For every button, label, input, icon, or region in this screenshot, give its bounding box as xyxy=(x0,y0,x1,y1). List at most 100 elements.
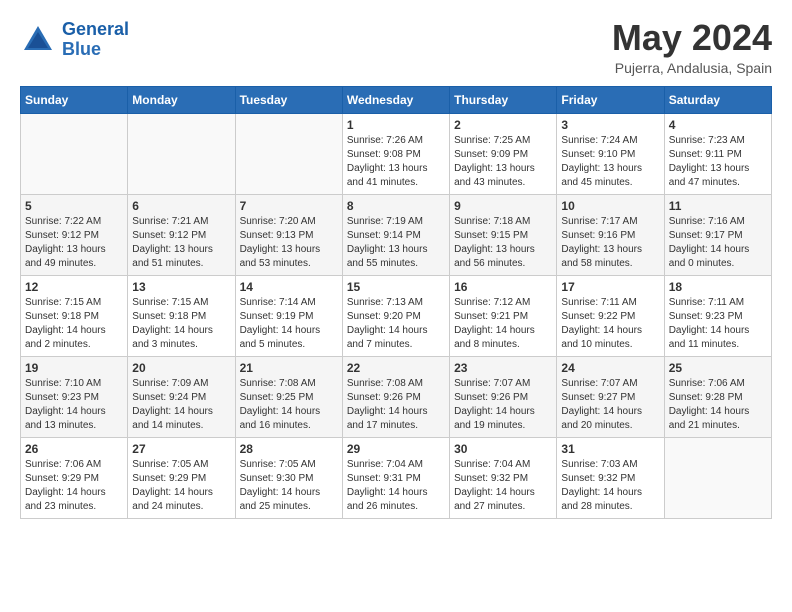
day-info: Sunrise: 7:25 AM Sunset: 9:09 PM Dayligh… xyxy=(454,134,552,190)
calendar-cell: 12 Sunrise: 7:15 AM Sunset: 9:18 PM Dayli… xyxy=(21,276,128,357)
calendar-cell: 2 Sunrise: 7:25 AM Sunset: 9:09 PM Daylig… xyxy=(450,114,557,195)
day-number: 26 xyxy=(25,442,123,456)
day-info: Sunrise: 7:11 AM Sunset: 9:23 PM Dayligh… xyxy=(669,296,767,352)
day-number: 13 xyxy=(132,280,230,294)
calendar-cell: 8 Sunrise: 7:19 AM Sunset: 9:14 PM Daylig… xyxy=(342,195,449,276)
header-cell-sunday: Sunday xyxy=(21,87,128,114)
calendar-cell: 17 Sunrise: 7:11 AM Sunset: 9:22 PM Dayli… xyxy=(557,276,664,357)
header-row: SundayMondayTuesdayWednesdayThursdayFrid… xyxy=(21,87,772,114)
day-number: 14 xyxy=(240,280,338,294)
day-info: Sunrise: 7:26 AM Sunset: 9:08 PM Dayligh… xyxy=(347,134,445,190)
calendar-cell: 19Sunrise: 7:10 AM Sunset: 9:23 PM Dayli… xyxy=(21,357,128,438)
day-number: 23 xyxy=(454,361,552,375)
day-number: 9 xyxy=(454,199,552,213)
day-info: Sunrise: 7:11 AM Sunset: 9:22 PM Dayligh… xyxy=(561,296,659,352)
calendar-cell: 15 Sunrise: 7:13 AM Sunset: 9:20 PM Dayli… xyxy=(342,276,449,357)
day-number: 27 xyxy=(132,442,230,456)
day-number: 11 xyxy=(669,199,767,213)
calendar-cell: 30 Sunrise: 7:04 AM Sunset: 9:32 PM Dayli… xyxy=(450,438,557,519)
day-info: Sunrise: 7:16 AM Sunset: 9:17 PM Dayligh… xyxy=(669,215,767,271)
calendar-cell: 23 Sunrise: 7:07 AM Sunset: 9:26 PM Dayli… xyxy=(450,357,557,438)
calendar-header: SundayMondayTuesdayWednesdayThursdayFrid… xyxy=(21,87,772,114)
day-info: Sunrise: 7:08 AM Sunset: 9:25 PM Dayligh… xyxy=(240,377,338,433)
calendar-week-5: 26 Sunrise: 7:06 AM Sunset: 9:29 PM Dayli… xyxy=(21,438,772,519)
day-number: 7 xyxy=(240,199,338,213)
day-number: 2 xyxy=(454,118,552,132)
day-info: Sunrise: 7:24 AM Sunset: 9:10 PM Dayligh… xyxy=(561,134,659,190)
calendar-cell: 4 Sunrise: 7:23 AM Sunset: 9:11 PM Daylig… xyxy=(664,114,771,195)
calendar-cell: 31 Sunrise: 7:03 AM Sunset: 9:32 PM Dayli… xyxy=(557,438,664,519)
header-cell-thursday: Thursday xyxy=(450,87,557,114)
day-number: 5 xyxy=(25,199,123,213)
day-info: Sunrise: 7:05 AM Sunset: 9:30 PM Dayligh… xyxy=(240,458,338,514)
calendar-cell xyxy=(664,438,771,519)
calendar-cell: 13 Sunrise: 7:15 AM Sunset: 9:18 PM Dayli… xyxy=(128,276,235,357)
day-info: Sunrise: 7:10 AM Sunset: 9:23 PM Dayligh… xyxy=(25,377,123,433)
calendar-cell: 10Sunrise: 7:17 AM Sunset: 9:16 PM Dayli… xyxy=(557,195,664,276)
calendar-cell: 29Sunrise: 7:04 AM Sunset: 9:31 PM Dayli… xyxy=(342,438,449,519)
header-cell-tuesday: Tuesday xyxy=(235,87,342,114)
month-title: May 2024 xyxy=(612,20,772,56)
header-cell-saturday: Saturday xyxy=(664,87,771,114)
calendar-cell: 16 Sunrise: 7:12 AM Sunset: 9:21 PM Dayli… xyxy=(450,276,557,357)
day-number: 10 xyxy=(561,199,659,213)
day-number: 22 xyxy=(347,361,445,375)
calendar-cell xyxy=(21,114,128,195)
calendar-table: SundayMondayTuesdayWednesdayThursdayFrid… xyxy=(20,86,772,519)
day-info: Sunrise: 7:06 AM Sunset: 9:28 PM Dayligh… xyxy=(669,377,767,433)
day-info: Sunrise: 7:15 AM Sunset: 9:18 PM Dayligh… xyxy=(132,296,230,352)
logo: General Blue xyxy=(20,20,129,60)
logo-icon xyxy=(20,22,56,58)
calendar-cell xyxy=(128,114,235,195)
day-number: 20 xyxy=(132,361,230,375)
calendar-cell: 18Sunrise: 7:11 AM Sunset: 9:23 PM Dayli… xyxy=(664,276,771,357)
day-number: 21 xyxy=(240,361,338,375)
calendar-week-4: 19Sunrise: 7:10 AM Sunset: 9:23 PM Dayli… xyxy=(21,357,772,438)
calendar-week-3: 12 Sunrise: 7:15 AM Sunset: 9:18 PM Dayli… xyxy=(21,276,772,357)
day-number: 1 xyxy=(347,118,445,132)
logo-blue: Blue xyxy=(62,40,129,60)
calendar-cell: 21 Sunrise: 7:08 AM Sunset: 9:25 PM Dayli… xyxy=(235,357,342,438)
day-info: Sunrise: 7:08 AM Sunset: 9:26 PM Dayligh… xyxy=(347,377,445,433)
calendar-cell: 27Sunrise: 7:05 AM Sunset: 9:29 PM Dayli… xyxy=(128,438,235,519)
day-info: Sunrise: 7:12 AM Sunset: 9:21 PM Dayligh… xyxy=(454,296,552,352)
logo-text: General Blue xyxy=(62,20,129,60)
day-number: 28 xyxy=(240,442,338,456)
day-info: Sunrise: 7:07 AM Sunset: 9:26 PM Dayligh… xyxy=(454,377,552,433)
calendar-cell: 11 Sunrise: 7:16 AM Sunset: 9:17 PM Dayli… xyxy=(664,195,771,276)
calendar-cell: 24 Sunrise: 7:07 AM Sunset: 9:27 PM Dayli… xyxy=(557,357,664,438)
day-info: Sunrise: 7:09 AM Sunset: 9:24 PM Dayligh… xyxy=(132,377,230,433)
calendar-cell: 26 Sunrise: 7:06 AM Sunset: 9:29 PM Dayli… xyxy=(21,438,128,519)
page-header: General Blue May 2024 Pujerra, Andalusia… xyxy=(20,20,772,76)
day-info: Sunrise: 7:22 AM Sunset: 9:12 PM Dayligh… xyxy=(25,215,123,271)
day-info: Sunrise: 7:03 AM Sunset: 9:32 PM Dayligh… xyxy=(561,458,659,514)
day-number: 8 xyxy=(347,199,445,213)
day-info: Sunrise: 7:15 AM Sunset: 9:18 PM Dayligh… xyxy=(25,296,123,352)
day-number: 4 xyxy=(669,118,767,132)
calendar-cell: 28 Sunrise: 7:05 AM Sunset: 9:30 PM Dayli… xyxy=(235,438,342,519)
day-number: 31 xyxy=(561,442,659,456)
day-info: Sunrise: 7:13 AM Sunset: 9:20 PM Dayligh… xyxy=(347,296,445,352)
header-cell-wednesday: Wednesday xyxy=(342,87,449,114)
day-number: 16 xyxy=(454,280,552,294)
calendar-week-2: 5 Sunrise: 7:22 AM Sunset: 9:12 PM Daylig… xyxy=(21,195,772,276)
logo-general: General xyxy=(62,19,129,39)
calendar-cell: 6Sunrise: 7:21 AM Sunset: 9:12 PM Daylig… xyxy=(128,195,235,276)
day-number: 6 xyxy=(132,199,230,213)
day-number: 15 xyxy=(347,280,445,294)
title-block: May 2024 Pujerra, Andalusia, Spain xyxy=(612,20,772,76)
day-info: Sunrise: 7:04 AM Sunset: 9:32 PM Dayligh… xyxy=(454,458,552,514)
day-info: Sunrise: 7:04 AM Sunset: 9:31 PM Dayligh… xyxy=(347,458,445,514)
day-info: Sunrise: 7:19 AM Sunset: 9:14 PM Dayligh… xyxy=(347,215,445,271)
calendar-cell: 7 Sunrise: 7:20 AM Sunset: 9:13 PM Daylig… xyxy=(235,195,342,276)
day-number: 24 xyxy=(561,361,659,375)
day-info: Sunrise: 7:07 AM Sunset: 9:27 PM Dayligh… xyxy=(561,377,659,433)
day-info: Sunrise: 7:20 AM Sunset: 9:13 PM Dayligh… xyxy=(240,215,338,271)
day-number: 17 xyxy=(561,280,659,294)
day-info: Sunrise: 7:06 AM Sunset: 9:29 PM Dayligh… xyxy=(25,458,123,514)
day-number: 12 xyxy=(25,280,123,294)
day-number: 30 xyxy=(454,442,552,456)
day-info: Sunrise: 7:23 AM Sunset: 9:11 PM Dayligh… xyxy=(669,134,767,190)
calendar-cell: 9Sunrise: 7:18 AM Sunset: 9:15 PM Daylig… xyxy=(450,195,557,276)
location: Pujerra, Andalusia, Spain xyxy=(612,60,772,76)
